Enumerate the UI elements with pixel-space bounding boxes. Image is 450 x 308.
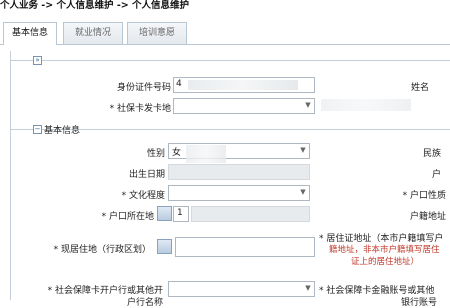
tab-employment[interactable]: 就业情况 xyxy=(63,22,123,44)
gender-value: 女 xyxy=(172,148,182,158)
residence-field[interactable] xyxy=(175,237,315,257)
chevron-down-icon: ▼ xyxy=(305,284,311,292)
bank-select[interactable]: ▼ xyxy=(168,281,315,297)
section-divider xyxy=(11,60,450,61)
name-label: 姓名 xyxy=(411,83,430,93)
form-area: » 身份证件号码 4 姓名 * 社保卡发卡地 ▼ − 基本信息 性别 女 ▼ 民… xyxy=(10,51,450,308)
birth-date-label: 出生日期 xyxy=(128,170,165,180)
education-label: * 文化程度 xyxy=(121,191,165,201)
hukou-location-name xyxy=(191,206,310,222)
collapse-toggle[interactable]: » xyxy=(33,56,42,65)
hukou-location-label: * 户口所在地 xyxy=(101,212,154,222)
ethnicity-label: 民族 xyxy=(422,149,441,159)
residence-label: * 现居住地（行政区划） xyxy=(53,245,151,255)
tab-bar: 基本信息 就业情况 培训意愿 xyxy=(0,22,450,45)
hukou-location-code[interactable]: 1 xyxy=(173,206,189,222)
chevron-down-icon: ▼ xyxy=(300,146,306,154)
residence-note-2: 证上的居住地址） xyxy=(351,257,420,267)
breadcrumb: 个人业务 -> 个人信息维护 -> 个人信息维护 xyxy=(0,0,190,11)
redacted-value xyxy=(188,80,298,90)
hukou-nature-label: * 户口性质 xyxy=(402,191,446,201)
birth-date-field[interactable] xyxy=(168,164,310,180)
chevron-down-icon: ▼ xyxy=(300,188,306,196)
education-select[interactable]: ▼ xyxy=(168,185,310,201)
bank-account-label-2: 银行账号 xyxy=(401,298,438,308)
region-picker-icon[interactable] xyxy=(157,206,172,221)
gender-label: 性别 xyxy=(146,149,165,159)
household-type-label: 户 xyxy=(431,170,441,180)
residence-note-1: 籍地址，非本市户籍填写居住 xyxy=(329,245,440,255)
card-issue-label: * 社保卡发卡地 xyxy=(109,104,171,114)
tab-training[interactable]: 培训意愿 xyxy=(127,22,187,44)
collapse-toggle-basic[interactable]: − xyxy=(33,125,42,134)
hukou-address-label: 户籍地址 xyxy=(409,212,446,222)
redaction-blur xyxy=(321,99,411,111)
region-picker-icon[interactable] xyxy=(157,239,172,254)
chevron-down-icon: ▼ xyxy=(305,101,311,109)
id-number-label: 身份证件号码 xyxy=(116,83,171,93)
id-number-value: 4 xyxy=(176,79,182,89)
tab-basic-info[interactable]: 基本信息 xyxy=(3,22,57,45)
redaction-blur xyxy=(186,145,226,163)
bank-label-2: 户行名称 xyxy=(126,298,163,308)
card-issue-select[interactable]: ▼ xyxy=(173,98,315,114)
hukou-location-value: 1 xyxy=(177,208,183,218)
id-number-field[interactable]: 4 xyxy=(173,77,315,93)
section-title: 基本信息 xyxy=(44,126,81,136)
